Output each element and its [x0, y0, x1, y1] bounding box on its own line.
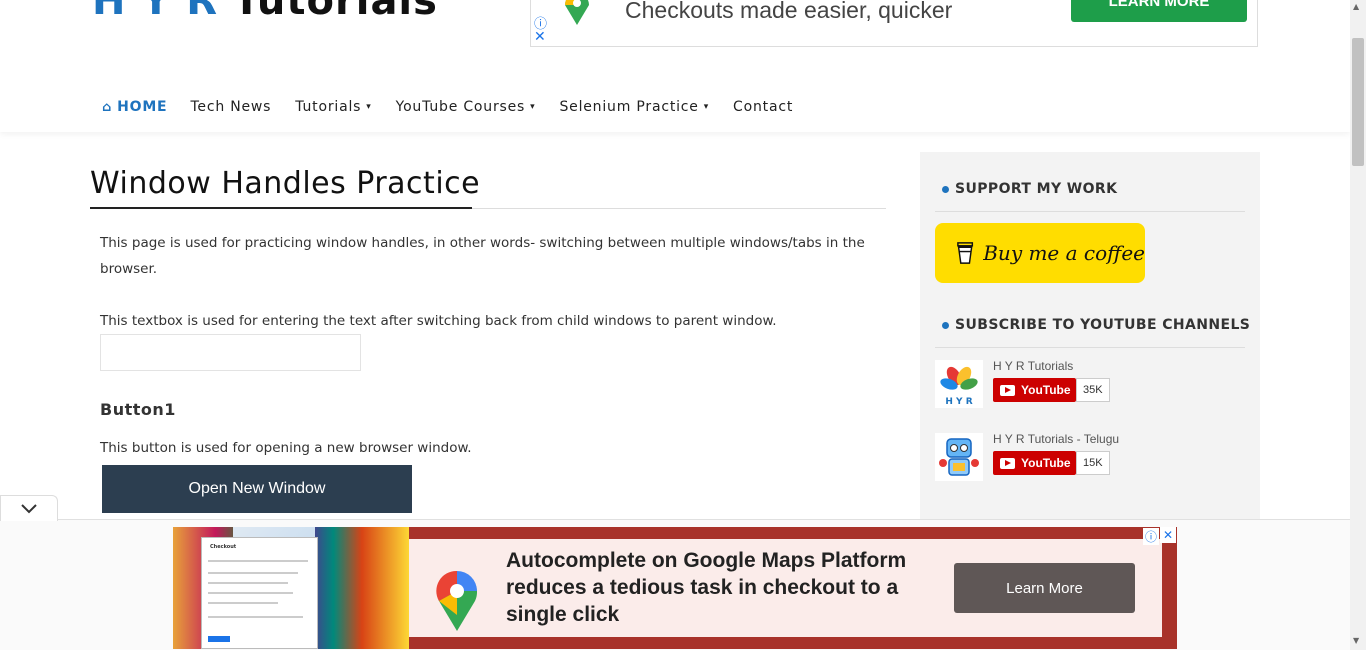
youtube-subscribe-button[interactable]: YouTube	[993, 378, 1076, 402]
top-ad-text: Checkouts made easier, quicker	[625, 0, 953, 23]
channel-name[interactable]: H Y R Tutorials - Telugu	[993, 432, 1119, 446]
nav-label-youtube-courses: YouTube Courses	[395, 99, 526, 115]
ad-close-icon[interactable]: ✕	[1160, 527, 1176, 543]
phone-line	[208, 616, 303, 618]
phone-mockup-button	[208, 636, 230, 642]
name-textbox[interactable]	[100, 334, 361, 371]
support-title-text: SUPPORT MY WORK	[955, 181, 1118, 197]
support-widget-title: SUPPORT MY WORK	[942, 181, 1117, 197]
chevron-down-icon: ▾	[530, 102, 536, 112]
top-ad-learn-more-button[interactable]: LEARN MORE	[1071, 0, 1247, 22]
bottom-ad-headline: Autocomplete on Google Maps Platform red…	[506, 549, 907, 626]
phone-mockup-title: Checkout	[210, 544, 237, 550]
buy-me-coffee-button[interactable]: Buy me a coffee	[935, 223, 1145, 283]
youtube-button-label: YouTube	[1021, 456, 1071, 470]
channel-avatar-telugu[interactable]	[935, 433, 983, 481]
nav-item-tutorials[interactable]: Tutorials ▾	[295, 99, 371, 115]
top-banner-ad[interactable]: ⓘ ✕ Checkouts made easier, quicker LEARN…	[530, 0, 1258, 47]
phone-line	[208, 560, 308, 562]
subscribe-title-text: SUBSCRIBE TO YOUTUBE CHANNELS	[955, 317, 1251, 333]
google-maps-pin-icon	[436, 570, 477, 631]
phone-line	[208, 572, 298, 574]
site-header: H Y R Tutorials ⓘ ✕ Checkouts made easie…	[0, 0, 1350, 132]
bullet-icon	[942, 185, 949, 193]
bullet-icon	[942, 321, 949, 329]
channel-item: H Y R Tutorials - Telugu YouTube 15K	[935, 432, 1245, 483]
youtube-subscribe-button[interactable]: YouTube	[993, 451, 1076, 475]
subscriber-count: 35K	[1076, 378, 1110, 402]
channel-item: H Y R H Y R Tutorials YouTube 35K	[935, 359, 1245, 410]
page-title: Window Handles Practice	[90, 166, 481, 201]
channel-avatar-hyr[interactable]: H Y R	[935, 360, 983, 408]
subscriber-count: 15K	[1076, 451, 1110, 475]
channel-name[interactable]: H Y R Tutorials	[993, 359, 1073, 373]
bottom-banner-ad[interactable]: Checkout Autocomplete on Google Maps Pla…	[173, 527, 1177, 649]
anchor-collapse-button[interactable]	[0, 495, 58, 521]
widget-divider	[935, 347, 1245, 348]
nav-item-tech-news[interactable]: Tech News	[190, 99, 271, 115]
ad-close-icon[interactable]: ✕	[534, 29, 546, 45]
nav-item-youtube-courses[interactable]: YouTube Courses ▾	[396, 99, 536, 115]
site-logo[interactable]: H Y R Tutorials	[92, 0, 438, 24]
nav-label-selenium-practice: Selenium Practice	[559, 99, 699, 115]
bottom-ad-learn-more-button[interactable]: Learn More	[954, 563, 1135, 613]
logo-primary: H Y R	[92, 0, 219, 24]
robot-logo-icon	[939, 438, 979, 476]
widget-divider	[935, 211, 1245, 212]
coffee-button-label: Buy me a coffee	[983, 241, 1145, 265]
scroll-down-arrow-icon[interactable]: ▼	[1353, 636, 1359, 645]
nav-item-contact[interactable]: Contact	[733, 99, 793, 115]
nav-item-home[interactable]: ⌂ HOME	[102, 99, 167, 115]
home-icon: ⌂	[102, 99, 113, 115]
nav-label-contact: Contact	[733, 99, 794, 115]
nav-item-selenium-practice[interactable]: Selenium Practice ▾	[559, 99, 709, 115]
nav-label-home: HOME	[117, 99, 168, 115]
chevron-down-icon: ▾	[703, 102, 710, 112]
adchoices-icon[interactable]: ⓘ	[1142, 528, 1159, 545]
button1-description: This button is used for opening a new br…	[100, 440, 472, 456]
youtube-button-label: YouTube	[1021, 383, 1071, 397]
intro-text: This page is used for practicing window …	[100, 235, 865, 277]
youtube-play-icon	[1000, 384, 1015, 396]
chevron-down-icon: ▾	[366, 102, 372, 112]
maps-pin-icon	[565, 0, 589, 25]
page-scrollbar[interactable]: ▲ ▼	[1350, 0, 1366, 650]
textbox-description: This textbox is used for entering the te…	[100, 313, 777, 329]
button1-heading: Button1	[100, 400, 176, 419]
sidebar: SUPPORT MY WORK Buy me a coffee SUBSCRIB…	[920, 152, 1260, 532]
nav-label-tutorials: Tutorials	[295, 99, 362, 115]
phone-line	[208, 582, 288, 584]
scrollbar-thumb[interactable]	[1352, 38, 1364, 166]
ad-phone-mockup: Checkout	[201, 537, 318, 649]
phone-line	[208, 602, 278, 604]
subscribe-widget-title: SUBSCRIBE TO YOUTUBE CHANNELS	[942, 317, 1250, 333]
phone-line	[208, 592, 293, 594]
nav-label-tech-news: Tech News	[190, 99, 272, 115]
svg-text:H Y R: H Y R	[945, 397, 972, 407]
chevron-down-icon	[21, 503, 37, 513]
hyr-leaf-logo-icon: H Y R	[940, 366, 978, 407]
youtube-play-icon	[1000, 457, 1015, 469]
title-underline	[90, 207, 472, 209]
main-navigation: ⌂ HOME Tech News Tutorials ▾ YouTube Cou…	[102, 96, 793, 118]
coffee-cup-icon	[957, 242, 974, 264]
open-new-window-button[interactable]: Open New Window	[102, 465, 412, 513]
ad-card: Autocomplete on Google Maps Platform red…	[409, 539, 1162, 637]
logo-secondary: Tutorials	[233, 0, 438, 24]
scroll-up-arrow-icon[interactable]: ▲	[1353, 2, 1359, 11]
